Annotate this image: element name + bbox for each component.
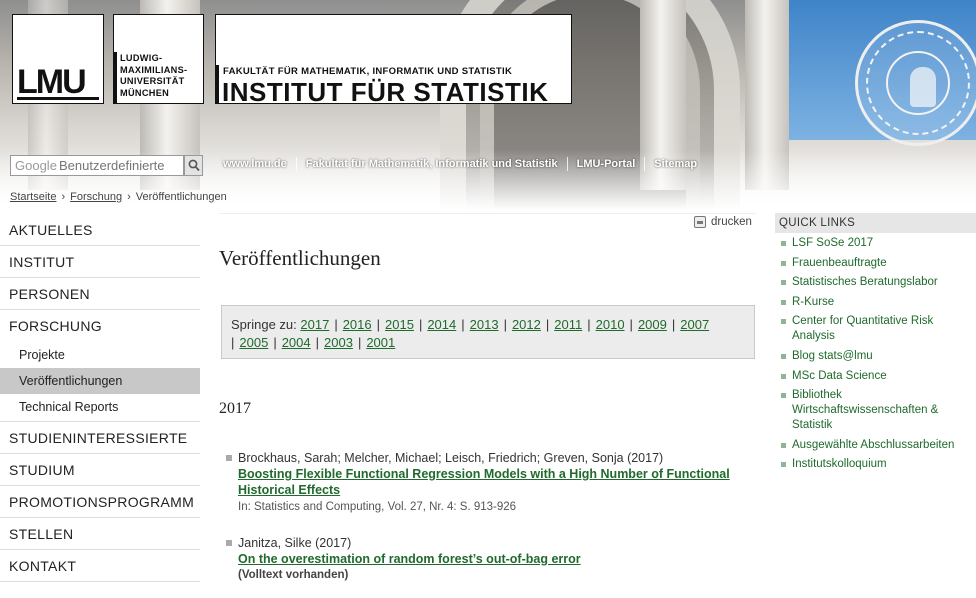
sidebar-item-studium[interactable]: STUDIUM [0, 454, 200, 486]
quicklink-lsf[interactable]: LSF SoSe 2017 [792, 237, 873, 249]
quicklinks-heading: QUICK LINKS [775, 213, 976, 233]
year-link-2014[interactable]: 2014 [427, 317, 456, 332]
publication-item: Brockhaus, Sarah; Melcher, Michael; Leis… [226, 450, 746, 515]
university-seal-icon [855, 20, 976, 146]
sidebar-item-promotionsprogramm[interactable]: PROMOTIONSPROGRAMM [0, 486, 200, 518]
quicklink-beratungslabor[interactable]: Statistisches Beratungslabor [792, 276, 938, 288]
year-link-2004[interactable]: 2004 [282, 335, 311, 350]
quicklink-item: Statistisches Beratungslabor [776, 275, 976, 290]
year-jump-box: Springe zu: 2017 | 2016 | 2015 | 2014 | 2013 | 201… [221, 305, 755, 359]
print-label: drucken [711, 216, 752, 228]
sidebar-subnav-forschung: Projekte Veröffentlichungen Technical Re… [0, 342, 200, 422]
lmu-logo-rule [17, 97, 99, 100]
quicklink-item: Center for Quantitative Risk Analysis [776, 314, 976, 344]
sidebar-subitem-projekte[interactable]: Projekte [0, 342, 200, 368]
institute-logo[interactable]: FAKULTÄT FÜR MATHEMATIK, INFORMATIK UND … [215, 14, 572, 107]
sidebar-item-kontakt[interactable]: KONTAKT [0, 550, 200, 582]
top-navigation: www.lmu.de Fakultät für Mathematik, Info… [214, 152, 706, 176]
quicklink-abschlussarbeiten[interactable]: Ausgewählte Abschlussarbeiten [792, 439, 954, 451]
sidebar-subitem-technical-reports[interactable]: Technical Reports [0, 394, 200, 420]
list-bullet [226, 455, 232, 461]
topnav-separator [644, 157, 646, 171]
page-title: Veröffentlichungen [219, 246, 381, 270]
breadcrumb-separator: › [61, 191, 66, 203]
breadcrumb-separator: › [127, 191, 131, 203]
year-link-2017[interactable]: 2017 [300, 317, 329, 332]
breadcrumb-forschung[interactable]: Forschung [70, 191, 122, 203]
quicklink-item: LSF SoSe 2017 [776, 236, 976, 251]
year-link-2012[interactable]: 2012 [512, 317, 541, 332]
publication-authors: Janitza, Silke (2017) [238, 536, 352, 550]
topnav-separator [566, 157, 568, 171]
year-jump-label: Springe zu: [231, 317, 297, 332]
header-banner: LMU LUDWIG- MAXIMILIANS- UNIVERSITÄT MÜN… [0, 0, 976, 210]
topnav-faculty-link[interactable]: Fakultät für Mathematik, Informatik und … [297, 152, 567, 176]
breadcrumb: Startseite › Forschung › Veröffentlichungen [10, 191, 227, 203]
year-link-2013[interactable]: 2013 [470, 317, 499, 332]
content-top-rule [219, 213, 756, 214]
faculty-name: FAKULTÄT FÜR MATHEMATIK, INFORMATIK UND … [223, 66, 513, 77]
quicklink-item: MSc Data Science [776, 369, 976, 384]
topnav-sitemap-link[interactable]: Sitemap [645, 152, 706, 176]
institute-rule [216, 65, 219, 104]
topnav-portal-link[interactable]: LMU-Portal [568, 152, 645, 176]
quicklink-frauenbeauftragte[interactable]: Frauenbeauftragte [792, 257, 887, 269]
fulltext-note: (Volltext vorhanden) [238, 569, 349, 581]
list-bullet [226, 540, 232, 546]
sidebar-subitem-veroeffentlichungen[interactable]: Veröffentlichungen [0, 368, 200, 394]
quicklink-kolloquium[interactable]: Institutskolloquium [792, 458, 887, 470]
publication-title-link[interactable]: Boosting Flexible Functional Regression … [238, 467, 730, 497]
year-link-2007[interactable]: 2007 [680, 317, 709, 332]
quicklink-r-kurse[interactable]: R-Kurse [792, 296, 834, 308]
lmu-logo[interactable]: LMU [12, 14, 104, 104]
publication-source: In: Statistics and Computing, Vol. 27, N… [238, 501, 517, 513]
quicklink-item: Frauenbeauftragte [776, 256, 976, 271]
publication-authors: Brockhaus, Sarah; Melcher, Michael; Leis… [238, 451, 664, 465]
quicklink-bibliothek[interactable]: Bibliothek Wirtschaftswissenschaften & S… [792, 389, 938, 431]
breadcrumb-home[interactable]: Startseite [10, 191, 56, 203]
quicklinks-list: LSF SoSe 2017 Frauenbeauftragte Statisti… [776, 236, 976, 477]
topnav-lmu-link[interactable]: www.lmu.de [214, 152, 296, 176]
publication-item: Janitza, Silke (2017) On the overestimat… [226, 535, 746, 583]
university-name-box: LUDWIG- MAXIMILIANS- UNIVERSITÄT MÜNCHEN [113, 14, 204, 104]
quicklink-msc-data-science[interactable]: MSc Data Science [792, 370, 887, 382]
topnav-separator [295, 157, 297, 171]
sidebar-item-aktuelles[interactable]: AKTUELLES [0, 214, 200, 246]
quicklink-item: Ausgewählte Abschlussarbeiten [776, 438, 976, 453]
breadcrumb-current: Veröffentlichungen [135, 191, 227, 203]
year-link-2016[interactable]: 2016 [343, 317, 372, 332]
sidebar-item-stellen[interactable]: STELLEN [0, 518, 200, 550]
institute-name: INSTITUT FÜR STATISTIK [222, 77, 549, 107]
sidebar-nav: AKTUELLES INSTITUT PERSONEN FORSCHUNG Pr… [0, 214, 200, 582]
year-link-2005[interactable]: 2005 [239, 335, 268, 350]
year-link-2003[interactable]: 2003 [324, 335, 353, 350]
quicklink-item: Blog stats@lmu [776, 349, 976, 364]
university-name: LUDWIG- MAXIMILIANS- UNIVERSITÄT MÜNCHEN [120, 53, 188, 98]
year-heading: 2017 [219, 400, 251, 417]
sidebar-item-studieninteressierte[interactable]: STUDIENINTERESSIERTE [0, 422, 200, 454]
year-link-2010[interactable]: 2010 [596, 317, 625, 332]
quicklink-blog[interactable]: Blog stats@lmu [792, 350, 873, 362]
university-name-rule [114, 52, 117, 104]
quicklink-item: Bibliothek Wirtschaftswissenschaften & S… [776, 388, 976, 433]
quicklink-item: Institutskolloquium [776, 457, 976, 472]
search-icon [188, 159, 200, 172]
publication-title-link[interactable]: On the overestimation of random forest’s… [238, 552, 581, 566]
year-link-2009[interactable]: 2009 [638, 317, 667, 332]
search-button[interactable] [184, 155, 203, 176]
sidebar-item-forschung[interactable]: FORSCHUNG [0, 310, 200, 342]
quicklink-risk-analysis[interactable]: Center for Quantitative Risk Analysis [792, 315, 933, 342]
print-icon [694, 216, 706, 228]
lmu-logo-mark: LMU [17, 63, 87, 101]
year-link-2011[interactable]: 2011 [554, 317, 582, 332]
print-link[interactable]: drucken [694, 216, 752, 228]
search-input[interactable] [11, 156, 183, 175]
year-link-2001[interactable]: 2001 [366, 335, 395, 350]
sidebar-item-personen[interactable]: PERSONEN [0, 278, 200, 310]
year-link-2015[interactable]: 2015 [385, 317, 414, 332]
search-box[interactable]: Google [10, 155, 184, 176]
sidebar-item-institut[interactable]: INSTITUT [0, 246, 200, 278]
quicklink-item: R-Kurse [776, 295, 976, 310]
